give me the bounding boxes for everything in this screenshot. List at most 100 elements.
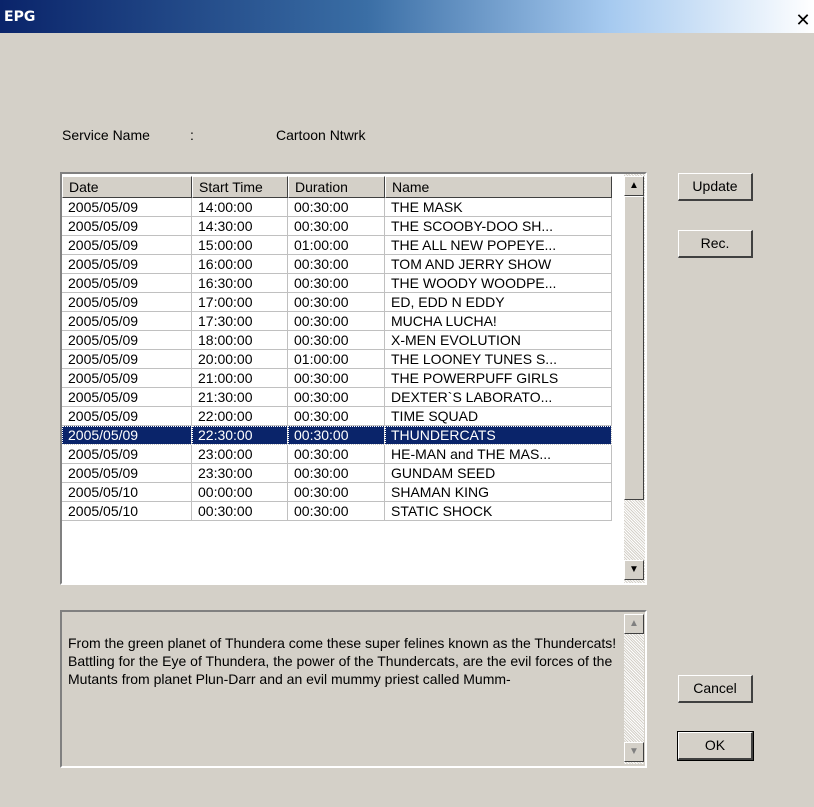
table-row[interactable]: 2005/05/09 20:00:00 01:00:00 THE LOONEY TUN… [62, 350, 612, 369]
cell-start-time: 00:30:00 [192, 502, 288, 521]
column-header-start-time[interactable]: Start Time [192, 176, 288, 198]
cell-date: 2005/05/09 [62, 217, 192, 236]
table-row[interactable]: 2005/05/09 16:30:00 00:30:00 THE WOODY WOOD… [62, 274, 612, 293]
cell-start-time: 00:00:00 [192, 483, 288, 502]
table-row[interactable]: 2005/05/09 16:00:00 00:30:00 TOM AND JERRY … [62, 255, 612, 274]
cell-name: THE SCOOBY-DOO SH... [385, 217, 612, 236]
cell-duration: 00:30:00 [288, 407, 385, 426]
table-row[interactable]: 2005/05/09 18:00:00 00:30:00 X-MEN EVOLUTIO… [62, 331, 612, 350]
cell-name: THE WOODY WOODPE... [385, 274, 612, 293]
table-row[interactable]: 2005/05/09 17:30:00 00:30:00 MUCHA LUCHA! [62, 312, 612, 331]
scroll-up-icon[interactable]: ▲ [624, 176, 644, 196]
cell-date: 2005/05/09 [62, 331, 192, 350]
cell-date: 2005/05/09 [62, 388, 192, 407]
cell-date: 2005/05/09 [62, 426, 192, 445]
cell-name: MUCHA LUCHA! [385, 312, 612, 331]
title-bar[interactable]: EPG [0, 0, 814, 33]
table-row[interactable]: 2005/05/09 21:00:00 00:30:00 THE POWERPUFF … [62, 369, 612, 388]
cell-name: GUNDAM SEED [385, 464, 612, 483]
cell-name: TIME SQUAD [385, 407, 612, 426]
cell-date: 2005/05/09 [62, 350, 192, 369]
cell-start-time: 23:00:00 [192, 445, 288, 464]
table-row[interactable]: 2005/05/09 17:00:00 00:30:00 ED, EDD N EDDY [62, 293, 612, 312]
cell-start-time: 21:30:00 [192, 388, 288, 407]
cell-duration: 00:30:00 [288, 274, 385, 293]
table-row[interactable]: 2005/05/09 22:30:00 00:30:00 THUNDERCATS [62, 426, 612, 445]
cell-duration: 01:00:00 [288, 236, 385, 255]
list-rows: 2005/05/09 14:00:00 00:30:00 THE MASK 2005/0… [62, 198, 612, 521]
cell-name: HE-MAN and THE MAS... [385, 445, 612, 464]
desc-scroll-up-icon[interactable]: ▲ [624, 614, 644, 634]
cell-date: 2005/05/10 [62, 502, 192, 521]
column-header-date[interactable]: Date [62, 176, 192, 198]
update-button[interactable]: Update [678, 173, 753, 201]
cell-duration: 00:30:00 [288, 502, 385, 521]
window-title: EPG [4, 9, 36, 25]
list-scrollbar[interactable]: ▲ ▼ [624, 174, 645, 583]
cell-start-time: 16:00:00 [192, 255, 288, 274]
cell-start-time: 14:00:00 [192, 198, 288, 217]
description-scrollbar[interactable]: ▲ ▼ [624, 614, 644, 764]
ok-button[interactable]: OK [677, 731, 754, 761]
column-header-name[interactable]: Name [385, 176, 612, 198]
description-box[interactable]: From the green planet of Thundera come t… [60, 610, 647, 768]
cell-duration: 00:30:00 [288, 331, 385, 350]
cell-name: X-MEN EVOLUTION [385, 331, 612, 350]
cell-date: 2005/05/09 [62, 312, 192, 331]
cell-date: 2005/05/09 [62, 198, 192, 217]
service-name-value: Cartoon Ntwrk [276, 127, 366, 143]
cell-start-time: 20:00:00 [192, 350, 288, 369]
cell-date: 2005/05/09 [62, 274, 192, 293]
scroll-down-icon[interactable]: ▼ [624, 560, 644, 580]
cell-name: ED, EDD N EDDY [385, 293, 612, 312]
table-row[interactable]: 2005/05/09 23:30:00 00:30:00 GUNDAM SEED [62, 464, 612, 483]
cell-duration: 00:30:00 [288, 388, 385, 407]
table-row[interactable]: 2005/05/09 22:00:00 00:30:00 TIME SQUAD [62, 407, 612, 426]
cell-duration: 00:30:00 [288, 255, 385, 274]
table-row[interactable]: 2005/05/09 14:00:00 00:30:00 THE MASK [62, 198, 612, 217]
table-row[interactable]: 2005/05/09 14:30:00 00:30:00 THE SCOOBY-DOO… [62, 217, 612, 236]
cell-name: DEXTER`S LABORATO... [385, 388, 612, 407]
cell-start-time: 14:30:00 [192, 217, 288, 236]
cell-duration: 00:30:00 [288, 198, 385, 217]
cell-duration: 00:30:00 [288, 483, 385, 502]
cell-start-time: 22:00:00 [192, 407, 288, 426]
table-row[interactable]: 2005/05/09 23:00:00 00:30:00 HE-MAN and THE… [62, 445, 612, 464]
cell-date: 2005/05/09 [62, 407, 192, 426]
cancel-button[interactable]: Cancel [678, 675, 753, 703]
cell-date: 2005/05/09 [62, 236, 192, 255]
cell-date: 2005/05/09 [62, 445, 192, 464]
table-row[interactable]: 2005/05/10 00:30:00 00:30:00 STATIC SHOCK [62, 502, 612, 521]
service-name-separator: : [190, 127, 194, 143]
cell-start-time: 23:30:00 [192, 464, 288, 483]
cell-name: THUNDERCATS [385, 426, 612, 445]
cell-duration: 00:30:00 [288, 464, 385, 483]
cell-duration: 00:30:00 [288, 426, 385, 445]
cell-duration: 00:30:00 [288, 217, 385, 236]
cell-name: THE MASK [385, 198, 612, 217]
table-row[interactable]: 2005/05/09 21:30:00 00:30:00 DEXTER`S LABOR… [62, 388, 612, 407]
program-list[interactable]: Date Start Time Duration Name 2005/05/09… [60, 172, 647, 585]
cell-name: STATIC SHOCK [385, 502, 612, 521]
cell-start-time: 16:30:00 [192, 274, 288, 293]
close-icon[interactable]: ✕ [792, 11, 814, 33]
epg-dialog: EPG ✕ Service Name : Cartoon Ntwrk Date … [0, 0, 814, 807]
cell-start-time: 18:00:00 [192, 331, 288, 350]
cell-date: 2005/05/09 [62, 369, 192, 388]
table-row[interactable]: 2005/05/10 00:00:00 00:30:00 SHAMAN KING [62, 483, 612, 502]
cell-start-time: 17:30:00 [192, 312, 288, 331]
cell-duration: 00:30:00 [288, 312, 385, 331]
cell-duration: 00:30:00 [288, 369, 385, 388]
cell-start-time: 17:00:00 [192, 293, 288, 312]
cell-date: 2005/05/09 [62, 464, 192, 483]
desc-scroll-down-icon[interactable]: ▼ [624, 742, 644, 762]
cell-name: SHAMAN KING [385, 483, 612, 502]
cell-date: 2005/05/10 [62, 483, 192, 502]
column-header-duration[interactable]: Duration [288, 176, 385, 198]
cell-duration: 00:30:00 [288, 293, 385, 312]
table-row[interactable]: 2005/05/09 15:00:00 01:00:00 THE ALL NEW PO… [62, 236, 612, 255]
cell-start-time: 22:30:00 [192, 426, 288, 445]
rec-button[interactable]: Rec. [678, 230, 753, 258]
scroll-thumb[interactable] [624, 196, 644, 500]
cell-start-time: 21:00:00 [192, 369, 288, 388]
